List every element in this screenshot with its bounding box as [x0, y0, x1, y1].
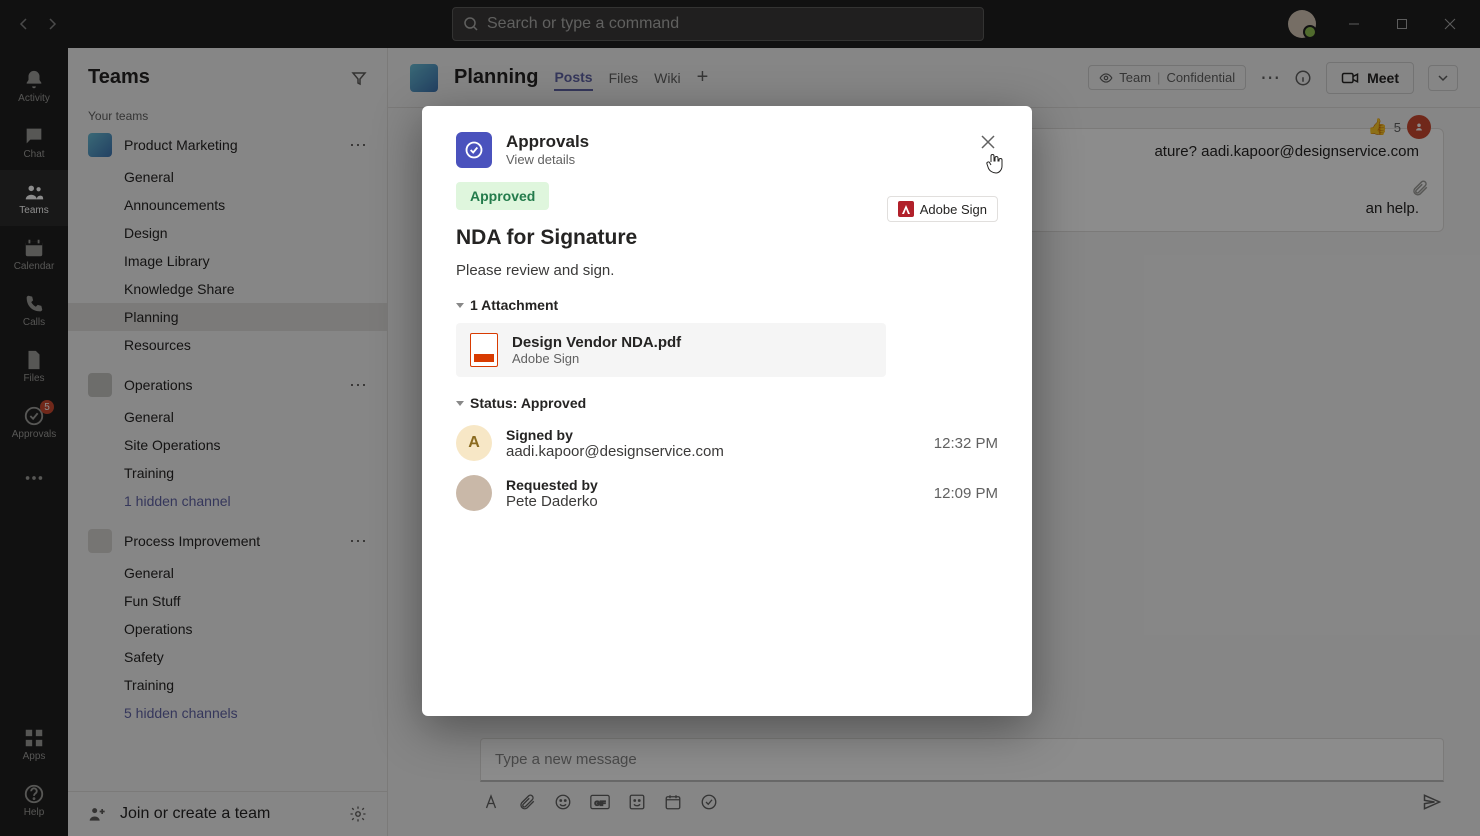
attachment-card[interactable]: Design Vendor NDA.pdf Adobe Sign: [456, 323, 886, 377]
caret-icon: [456, 303, 464, 308]
timeline-label: Signed by: [506, 427, 920, 443]
modal-subtitle: View details: [506, 152, 589, 167]
cursor-hand-icon: [984, 152, 1004, 174]
timeline-avatar: A: [456, 425, 492, 461]
adobe-icon: [898, 201, 914, 217]
provider-badge: Adobe Sign: [887, 196, 998, 222]
modal-app-name: Approvals: [506, 132, 589, 152]
approval-description: Please review and sign.: [456, 262, 998, 279]
approvals-app-icon: [456, 132, 492, 168]
status-header[interactable]: Status: Approved: [456, 395, 998, 411]
caret-icon: [456, 401, 464, 406]
attachment-provider: Adobe Sign: [512, 351, 681, 366]
approval-title: NDA for Signature: [456, 226, 998, 250]
modal-close-button[interactable]: [978, 132, 998, 152]
timeline-avatar: [456, 475, 492, 511]
timeline-label: Requested by: [506, 477, 920, 493]
approvals-modal: Approvals View details Approved Adobe Si…: [422, 106, 1032, 716]
timeline-time: 12:32 PM: [934, 435, 998, 452]
timeline-value: aadi.kapoor@designservice.com: [506, 443, 920, 460]
status-badge: Approved: [456, 182, 549, 210]
pdf-icon: [470, 333, 498, 367]
attachment-name: Design Vendor NDA.pdf: [512, 334, 681, 351]
close-icon: [980, 134, 996, 150]
attachments-header[interactable]: 1 Attachment: [456, 297, 998, 313]
timeline-value: Pete Daderko: [506, 493, 920, 510]
timeline-time: 12:09 PM: [934, 485, 998, 502]
timeline-row: A Signed by aadi.kapoor@designservice.co…: [456, 425, 998, 461]
timeline-row: Requested by Pete Daderko 12:09 PM: [456, 475, 998, 511]
